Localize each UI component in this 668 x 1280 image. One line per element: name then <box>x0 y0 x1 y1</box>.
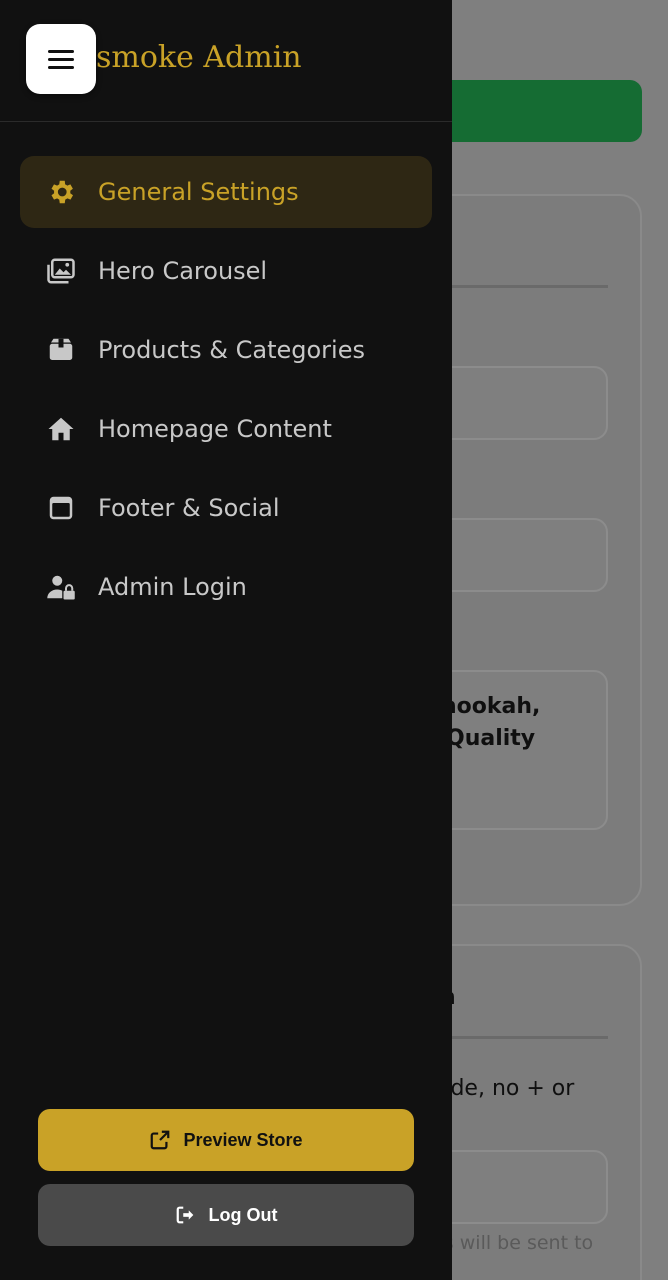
sidebar-item-products-categories[interactable]: Products & Categories <box>20 314 432 386</box>
logout-label: Log Out <box>208 1204 278 1225</box>
sidebar-item-label: Hero Carousel <box>98 257 268 285</box>
preview-store-label: Preview Store <box>183 1129 303 1150</box>
nav-drawer: smoke Admin General Settings Hero Carous… <box>0 0 452 1280</box>
sidebar-item-footer-social[interactable]: Footer & Social <box>20 472 432 544</box>
brand-title: smoke Admin <box>96 40 302 75</box>
help-text: rs will be sent to <box>436 1232 594 1254</box>
sidebar-item-homepage-content[interactable]: Homepage Content <box>20 393 432 465</box>
sidebar-item-admin-login[interactable]: Admin Login <box>20 551 432 623</box>
sidebar-item-label: Products & Categories <box>98 336 365 364</box>
sidebar-item-general-settings[interactable]: General Settings <box>20 156 432 228</box>
field-text: hookah, <box>441 694 541 719</box>
user-lock-icon <box>46 572 76 602</box>
sign-out-icon <box>175 1204 197 1226</box>
images-icon <box>46 256 76 286</box>
sidebar-item-hero-carousel[interactable]: Hero Carousel <box>20 235 432 307</box>
external-link-icon <box>149 1129 171 1151</box>
drawer-header: smoke Admin <box>0 0 452 122</box>
sidebar-item-label: Footer & Social <box>98 494 280 522</box>
gear-icon <box>46 177 76 207</box>
menu-toggle-button[interactable] <box>26 24 96 94</box>
box-icon <box>46 335 76 365</box>
logout-button[interactable]: Log Out <box>38 1184 414 1246</box>
preview-store-button[interactable]: Preview Store <box>38 1109 414 1171</box>
home-icon <box>46 414 76 444</box>
sidebar-nav: General Settings Hero Carousel Products … <box>20 156 432 630</box>
sidebar-item-label: Admin Login <box>98 573 247 601</box>
window-icon <box>46 493 76 523</box>
sidebar-item-label: Homepage Content <box>98 415 332 443</box>
field-text: Quality <box>446 726 536 751</box>
hamburger-icon <box>48 45 74 74</box>
help-text: ode, no + or <box>437 1076 575 1101</box>
sidebar-item-label: General Settings <box>98 178 299 206</box>
